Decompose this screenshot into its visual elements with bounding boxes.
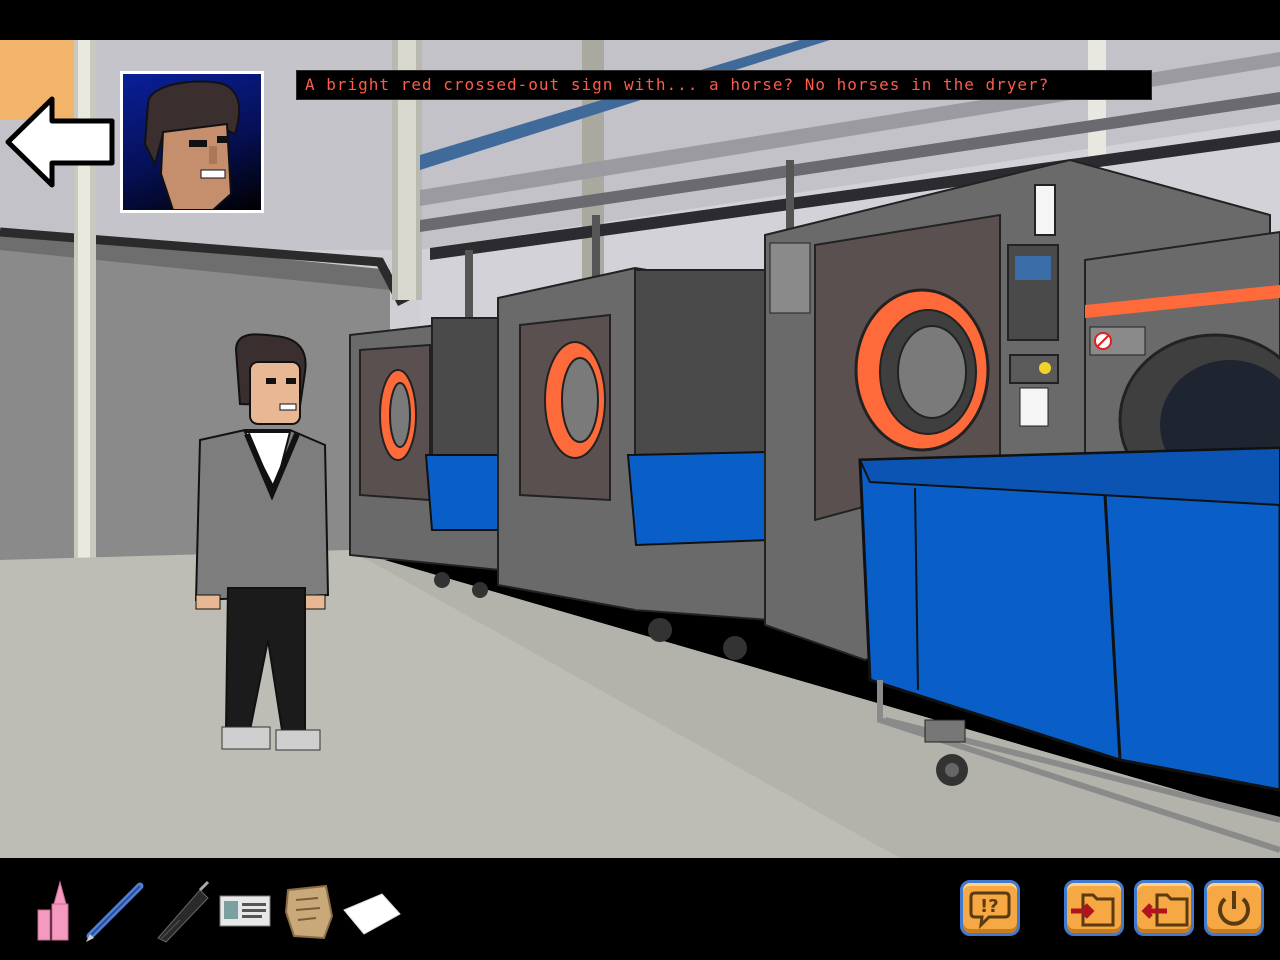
save-button[interactable] bbox=[1134, 880, 1194, 936]
save-folder-icon bbox=[1141, 893, 1189, 927]
power-icon bbox=[1218, 891, 1250, 926]
paper-icon[interactable] bbox=[342, 876, 404, 944]
pen-icon[interactable] bbox=[84, 876, 146, 944]
parchment-icon[interactable] bbox=[282, 876, 344, 944]
id-card-icon[interactable] bbox=[218, 876, 280, 944]
umbrella-icon[interactable] bbox=[150, 876, 212, 944]
load-button[interactable] bbox=[1064, 880, 1124, 936]
character-portrait bbox=[120, 71, 264, 213]
lipstick-icon[interactable] bbox=[30, 876, 92, 944]
back-arrow-icon[interactable] bbox=[4, 93, 116, 191]
hint-button[interactable]: !? bbox=[960, 880, 1020, 936]
quit-button[interactable] bbox=[1204, 880, 1264, 936]
load-folder-icon bbox=[1071, 893, 1115, 927]
top-black-bar bbox=[0, 0, 1280, 40]
game-screen: A bright red crossed-out sign with... a … bbox=[0, 0, 1280, 960]
hint-icon: !? bbox=[969, 891, 1011, 930]
dialogue-text: A bright red crossed-out sign with... a … bbox=[296, 70, 1152, 100]
svg-text:!?: !? bbox=[980, 896, 999, 917]
